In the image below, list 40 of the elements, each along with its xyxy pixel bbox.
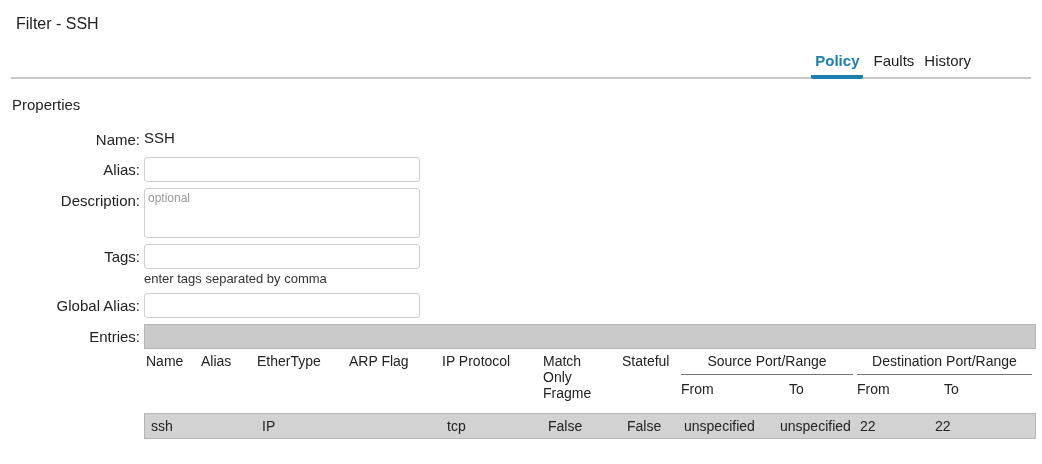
table-cell: False — [548, 417, 583, 434]
table-cell: unspecified — [684, 417, 755, 434]
field-value: SSH — [144, 127, 175, 148]
column-header: Alias — [201, 353, 232, 369]
field-label: Alias: — [103, 160, 140, 180]
table-cell: unspecified — [780, 417, 851, 434]
field-label: Global Alias: — [56, 296, 140, 316]
column-header: Stateful — [622, 353, 670, 369]
column-group-header: Source Port/Range — [707, 353, 827, 369]
tab[interactable]: History — [924, 50, 971, 79]
tab[interactable]: Policy — [811, 50, 864, 79]
column-header: From — [857, 380, 890, 397]
table-cell: IP — [262, 417, 276, 434]
table-cell: 22 — [860, 417, 876, 434]
column-header: ARP Flag — [349, 353, 409, 369]
table-row[interactable]: ssh IP tcp False False unspecified unspecified 22 22 — [144, 413, 1036, 439]
description-field[interactable]: optional — [144, 188, 420, 238]
column-header: To — [789, 380, 804, 397]
input-field[interactable] — [144, 157, 420, 182]
input-field[interactable] — [144, 244, 420, 269]
table-cell: False — [627, 417, 662, 434]
window-title: Filter - SSH — [16, 15, 99, 32]
column-header: From — [681, 380, 714, 397]
field-label: Description: — [60, 191, 140, 211]
section-title: Properties — [12, 95, 81, 113]
input-field[interactable] — [144, 293, 420, 318]
field-label: Name: — [95, 129, 140, 150]
column-header: Name — [146, 353, 184, 369]
column-header: Match Only Fragme — [543, 353, 593, 401]
table-cell: ssh — [151, 417, 173, 434]
column-group-header: Destination Port/Range — [872, 353, 1017, 369]
field-label: Entries: — [89, 327, 140, 347]
field-label: Tags: — [104, 247, 140, 267]
column-header: IP Protocol — [442, 353, 511, 369]
column-header: EtherType — [257, 353, 321, 369]
field-hint: enter tags separated by comma — [144, 271, 328, 287]
tab[interactable]: Faults — [873, 50, 915, 79]
table-cell: 22 — [935, 417, 951, 434]
table-cell: tcp — [447, 417, 466, 434]
column-header: To — [944, 380, 959, 397]
